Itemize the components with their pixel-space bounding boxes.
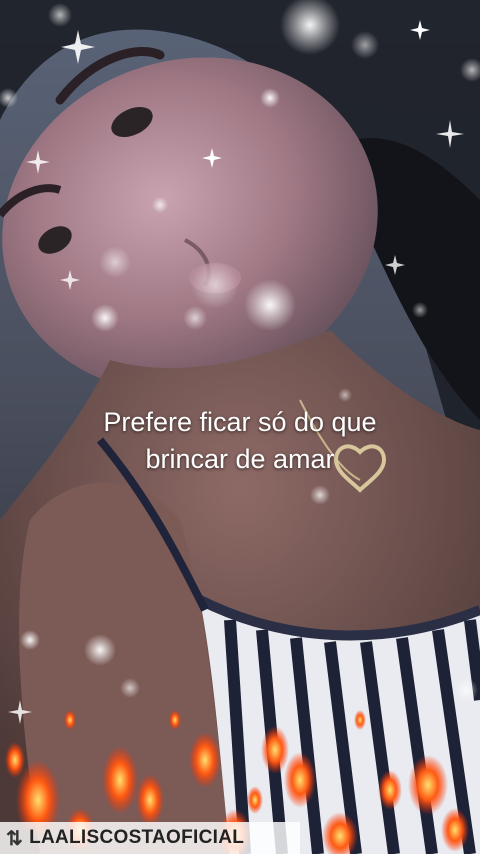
caption-line-2: brincar de amar bbox=[145, 444, 335, 474]
video-frame: Prefere ficar só do que brincar de amar … bbox=[0, 0, 480, 854]
watermark-username: LAALISCOSTAOFICIAL bbox=[29, 827, 245, 848]
caption-line-1: Prefere ficar só do que bbox=[103, 407, 377, 437]
repost-icon: ⇅ bbox=[6, 827, 24, 850]
caption-text: Prefere ficar só do que brincar de amar bbox=[0, 404, 480, 478]
account-watermark[interactable]: ⇅ LAALISCOSTAOFICIAL bbox=[0, 822, 300, 854]
